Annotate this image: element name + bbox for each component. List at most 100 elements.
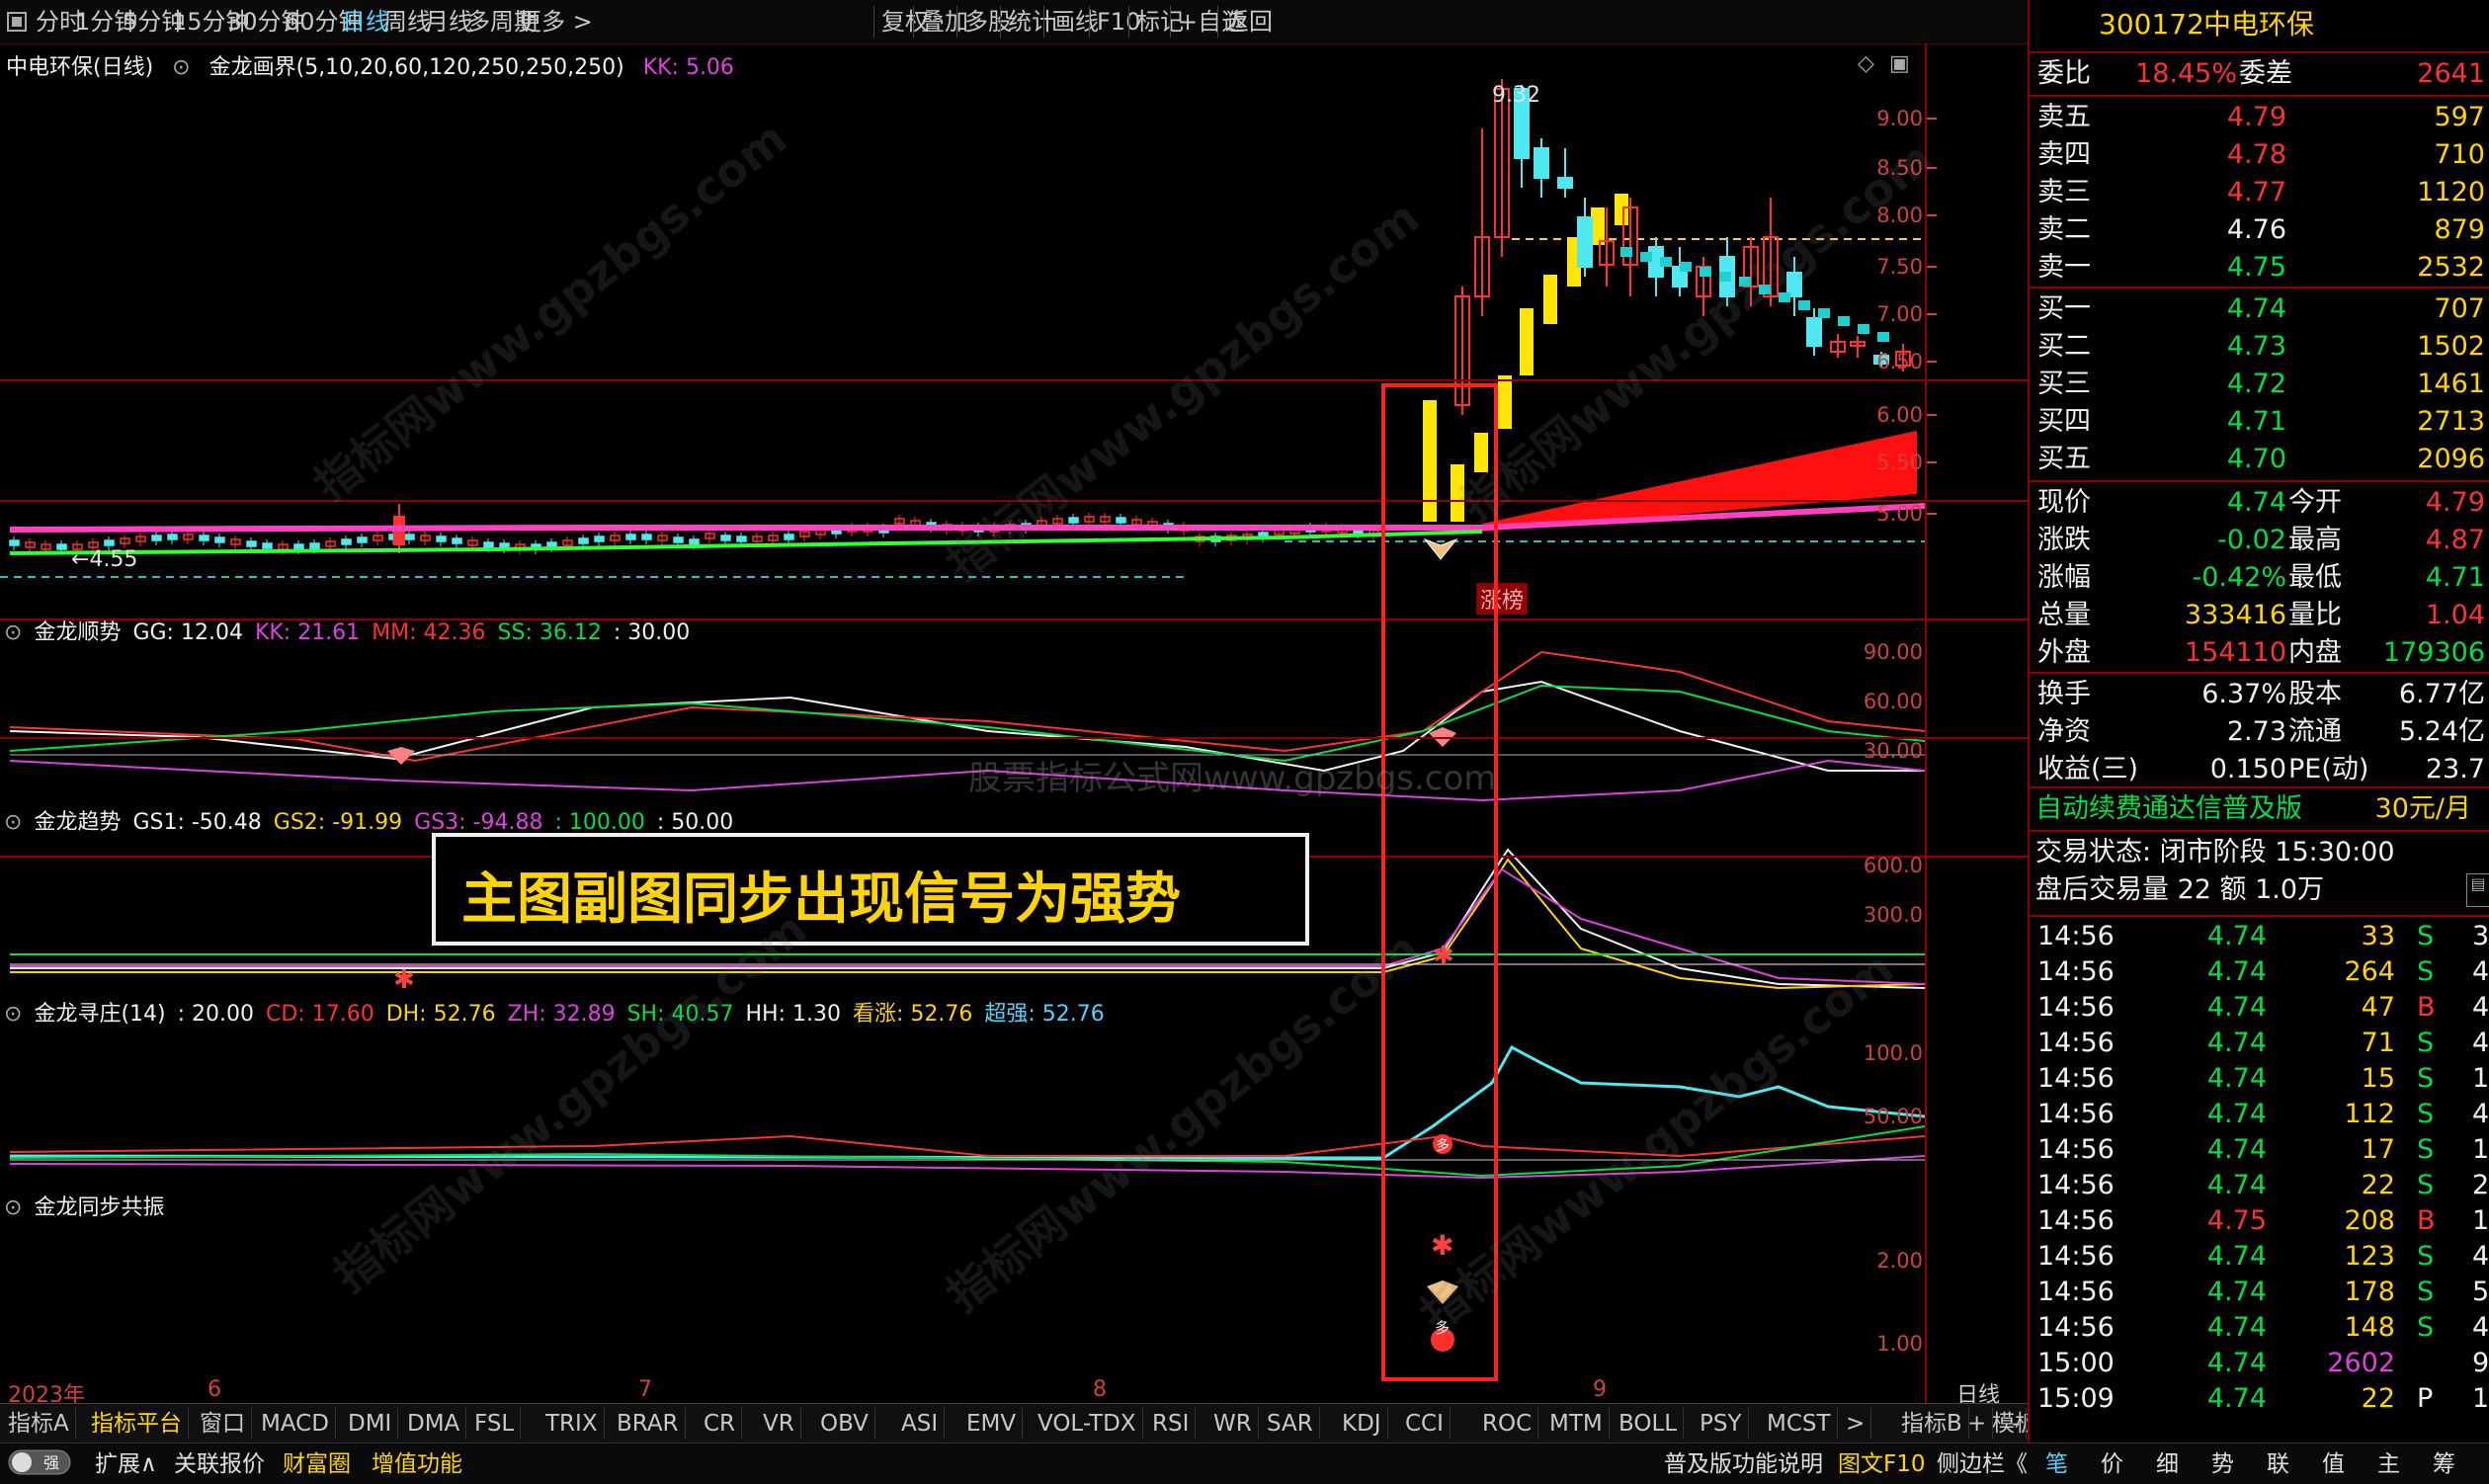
candle-body xyxy=(720,535,731,541)
indicator-line xyxy=(9,650,1926,763)
side-tab[interactable]: 主 xyxy=(2377,1449,2400,1479)
strength-toggle[interactable]: 强 xyxy=(8,1449,71,1479)
chart-area[interactable]: ✱ ✱ 多 ✱ 多 xyxy=(0,43,2028,1403)
scroll-button[interactable]: ▤ xyxy=(2466,873,2489,907)
indicator-tab[interactable]: FSL xyxy=(468,1408,522,1440)
side-tab[interactable]: 笔 xyxy=(2045,1449,2068,1479)
indicator-tab[interactable]: SAR xyxy=(1261,1408,1320,1440)
main-indicator-name[interactable]: 金龙画界(5,10,20,60,120,250,250,250) xyxy=(209,55,624,80)
stat-label: 涨幅 xyxy=(2037,562,2091,593)
status-link[interactable]: 普及版功能说明 xyxy=(1664,1449,1823,1479)
side-tab[interactable]: 细 xyxy=(2156,1449,2179,1479)
pane2-collapse-icon[interactable]: ⊙ xyxy=(4,620,22,645)
status-link[interactable]: 关联报价 xyxy=(174,1449,265,1479)
diamond-toggle-icon[interactable]: ◇ xyxy=(1858,51,1874,76)
window-menu-icon[interactable] xyxy=(6,4,28,40)
indicator-tab[interactable]: > xyxy=(1840,1408,1872,1440)
indicator-tab[interactable]: EMV xyxy=(960,1408,1024,1440)
indicator-dropdown-icon[interactable]: ⊙ xyxy=(172,55,190,80)
indicator-tab[interactable]: MACD xyxy=(255,1408,336,1440)
indicator-tab[interactable]: TRIX xyxy=(539,1408,605,1440)
side-tab[interactable]: 筹 xyxy=(2433,1449,2455,1479)
pane2-indicator-name[interactable]: 金龙顺势 xyxy=(34,620,121,645)
bids-volume: 707 xyxy=(2434,293,2485,324)
indicator-tab[interactable]: ASI xyxy=(895,1408,946,1440)
pane4-title: ⊙ 金龙寻庄(14): 20.00 CD: 17.60 DH: 52.76 ZH: 32… xyxy=(4,996,1117,1028)
indicator-tab[interactable]: BOLL xyxy=(1613,1408,1685,1440)
toolbar-button[interactable]: 画线 xyxy=(1051,4,1099,40)
indicator-tab[interactable]: 指标A xyxy=(2,1408,76,1440)
indicator-tab[interactable]: PSY xyxy=(1694,1408,1749,1440)
promo-price[interactable]: 30元/月 xyxy=(2375,790,2471,828)
stat-value: 0.150 xyxy=(2209,754,2286,784)
indicator-tab[interactable]: RSI xyxy=(1146,1408,1197,1440)
tick-row: 14:56 4.74 148 S 4 xyxy=(2030,1310,2489,1346)
period-tab[interactable]: 周线 xyxy=(383,4,431,40)
status-link[interactable]: 扩展∧ xyxy=(95,1449,157,1479)
pane4-indicator-name[interactable]: 金龙寻庄(14) xyxy=(34,1002,165,1027)
indicator-tab[interactable]: 指标B xyxy=(1895,1408,1969,1440)
indicator-tab[interactable]: CCI xyxy=(1399,1408,1451,1440)
pane3-indicator-name[interactable]: 金龙趋势 xyxy=(34,810,121,835)
trend-marker xyxy=(1680,262,1692,272)
tick-volume: 17 xyxy=(2361,1134,2395,1165)
indicator-tab[interactable]: VOL-TDX xyxy=(1032,1408,1143,1440)
indicator-tab[interactable]: 窗口 xyxy=(194,1408,252,1440)
toolbar-button[interactable]: 标记 xyxy=(1136,4,1184,40)
tick-time: 14:56 xyxy=(2037,1277,2115,1307)
annotation-box: 主图副图同步出现信号为强势 xyxy=(432,833,1309,946)
indicator-tab[interactable]: + xyxy=(1961,1408,1994,1440)
candle-body xyxy=(736,536,747,542)
asks-label: 卖五 xyxy=(2037,102,2091,132)
side-tab[interactable]: 联 xyxy=(2267,1449,2289,1479)
indicator-tab[interactable]: MTM xyxy=(1543,1408,1610,1440)
trend-marker xyxy=(1640,252,1652,262)
stat-label: 外盘 xyxy=(2037,637,2091,668)
indicator-tab[interactable]: OBV xyxy=(814,1408,875,1440)
indicator-tab[interactable]: DMA xyxy=(401,1408,467,1440)
bids-volume: 2713 xyxy=(2417,406,2485,437)
tick-price: 4.74 xyxy=(2206,1312,2267,1343)
side-tab[interactable]: 值 xyxy=(2322,1449,2345,1479)
indicator-tab[interactable]: VR xyxy=(757,1408,801,1440)
indicator-tab[interactable]: CR xyxy=(698,1408,743,1440)
toolbar-button[interactable]: 叠加 xyxy=(921,4,968,40)
toolbar-button[interactable]: 多股 xyxy=(964,4,1012,40)
window-toggle-icon[interactable]: ▣ xyxy=(1889,51,1910,76)
toolbar-button[interactable]: 统计 xyxy=(1008,4,1055,40)
status-link[interactable]: 图文F10 xyxy=(1838,1449,1926,1479)
pane5-collapse-icon[interactable]: ⊙ xyxy=(4,1195,22,1220)
chart-canvas[interactable]: ✱✱多✱多 xyxy=(0,43,2028,1403)
stat-value: -0.42% xyxy=(2192,562,2286,593)
tick-price: 4.75 xyxy=(2206,1205,2267,1236)
indicator-tab[interactable]: - xyxy=(2006,1408,2028,1440)
side-tab[interactable]: 势 xyxy=(2211,1449,2234,1479)
pane5-indicator-name[interactable]: 金龙同步共振 xyxy=(34,1195,164,1220)
indicator-tab[interactable]: WR xyxy=(1207,1408,1259,1440)
stat-row: 换手 6.37% 股本 6.77亿 xyxy=(2030,676,2489,713)
side-tab[interactable]: 价 xyxy=(2101,1449,2123,1479)
asks-label: 卖一 xyxy=(2037,252,2091,283)
pane3-collapse-icon[interactable]: ⊙ xyxy=(4,810,22,835)
pane4-collapse-icon[interactable]: ⊙ xyxy=(4,1002,22,1027)
status-link[interactable]: 增值功能 xyxy=(372,1449,462,1479)
period-tab[interactable]: 日线 xyxy=(342,4,389,40)
indicator-tab[interactable]: MCST xyxy=(1761,1408,1838,1440)
period-tab[interactable]: 月线 xyxy=(425,4,472,40)
stat-label: 股本 xyxy=(2288,679,2342,709)
status-link[interactable]: 财富圈 xyxy=(283,1449,351,1479)
promo-row[interactable]: 自动续费通达信普及版 30元/月 xyxy=(2030,790,2489,828)
indicator-tab[interactable]: 指标平台 xyxy=(85,1408,189,1440)
indicator-tab[interactable]: DMI xyxy=(342,1408,399,1440)
tick-row: 14:56 4.74 15 S 1 xyxy=(2030,1061,2489,1097)
toolbar-button[interactable]: F10 xyxy=(1097,4,1140,40)
period-tab[interactable]: 更多 > xyxy=(518,4,593,40)
indicator-tab[interactable]: BRAR xyxy=(611,1408,686,1440)
status-link[interactable]: 侧边栏《 xyxy=(1937,1449,2028,1479)
indicator-tab[interactable]: KDJ xyxy=(1336,1408,1388,1440)
indicator-tab[interactable]: ROC xyxy=(1476,1408,1539,1440)
weicha-label: 委差 xyxy=(2239,58,2292,89)
promo-text[interactable]: 自动续费通达信普及版 xyxy=(2035,790,2302,828)
x-axis-label: 8 xyxy=(1093,1377,1107,1402)
toolbar-button[interactable]: 返回 xyxy=(1225,4,1273,40)
